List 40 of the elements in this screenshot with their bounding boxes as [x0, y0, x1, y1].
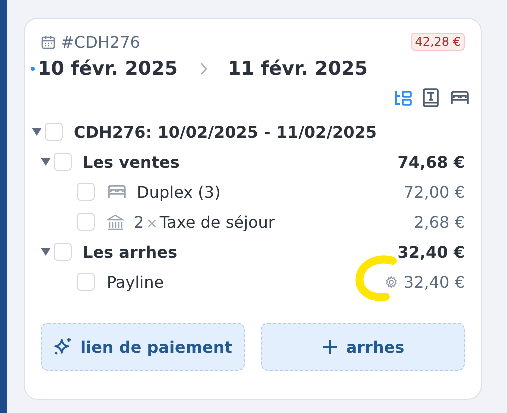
amount: 72,00 €: [404, 182, 465, 202]
amount: 2,68 €: [414, 212, 465, 232]
amount: 32,40 €: [398, 242, 465, 262]
item-label: Payline: [107, 272, 164, 292]
gear-icon: [384, 276, 398, 288]
balance-badge: 42,28 €: [411, 33, 465, 51]
group-label: CDH276: 10/02/2025 - 11/02/2025: [74, 122, 378, 142]
chevron-icon: [200, 62, 208, 76]
view-toggle[interactable]: [394, 89, 412, 107]
group-label: Les arrhes: [83, 242, 178, 262]
checkbox[interactable]: [77, 273, 95, 291]
sparkle-icon: [54, 337, 74, 357]
group-label: Les ventes: [83, 152, 180, 172]
amount: 74,68 €: [398, 152, 465, 172]
checkbox[interactable]: [77, 183, 95, 201]
action-button[interactable]: lien de paiement: [41, 323, 245, 371]
caret-icon[interactable]: [31, 127, 43, 137]
bed-icon: [450, 90, 470, 106]
action-button[interactable]: arrhes: [261, 323, 465, 371]
plus-icon: [321, 338, 340, 356]
checkbox[interactable]: [77, 213, 95, 231]
start-date: 10 févr. 2025: [38, 58, 178, 80]
checkbox[interactable]: [45, 123, 63, 141]
item-label: 2×Taxe de séjour: [134, 212, 275, 232]
text-document-icon: [422, 88, 440, 108]
bed-icon: [107, 184, 127, 200]
calendar-icon: [41, 34, 56, 50]
reservation-number: #CDH276: [61, 32, 140, 52]
bank-icon: [107, 214, 124, 230]
end-date: 11 févr. 2025: [228, 58, 368, 80]
status-dot: [31, 67, 35, 71]
checkbox[interactable]: [54, 243, 72, 261]
caret-icon[interactable]: [40, 157, 52, 167]
view-toggle[interactable]: [450, 90, 470, 106]
view-toggle[interactable]: [422, 88, 440, 108]
tree-view-icon: [394, 89, 412, 107]
checkbox[interactable]: [54, 153, 72, 171]
caret-icon[interactable]: [40, 247, 52, 257]
item-label: Duplex (3): [137, 182, 221, 202]
amount: 32,40 €: [404, 272, 465, 292]
